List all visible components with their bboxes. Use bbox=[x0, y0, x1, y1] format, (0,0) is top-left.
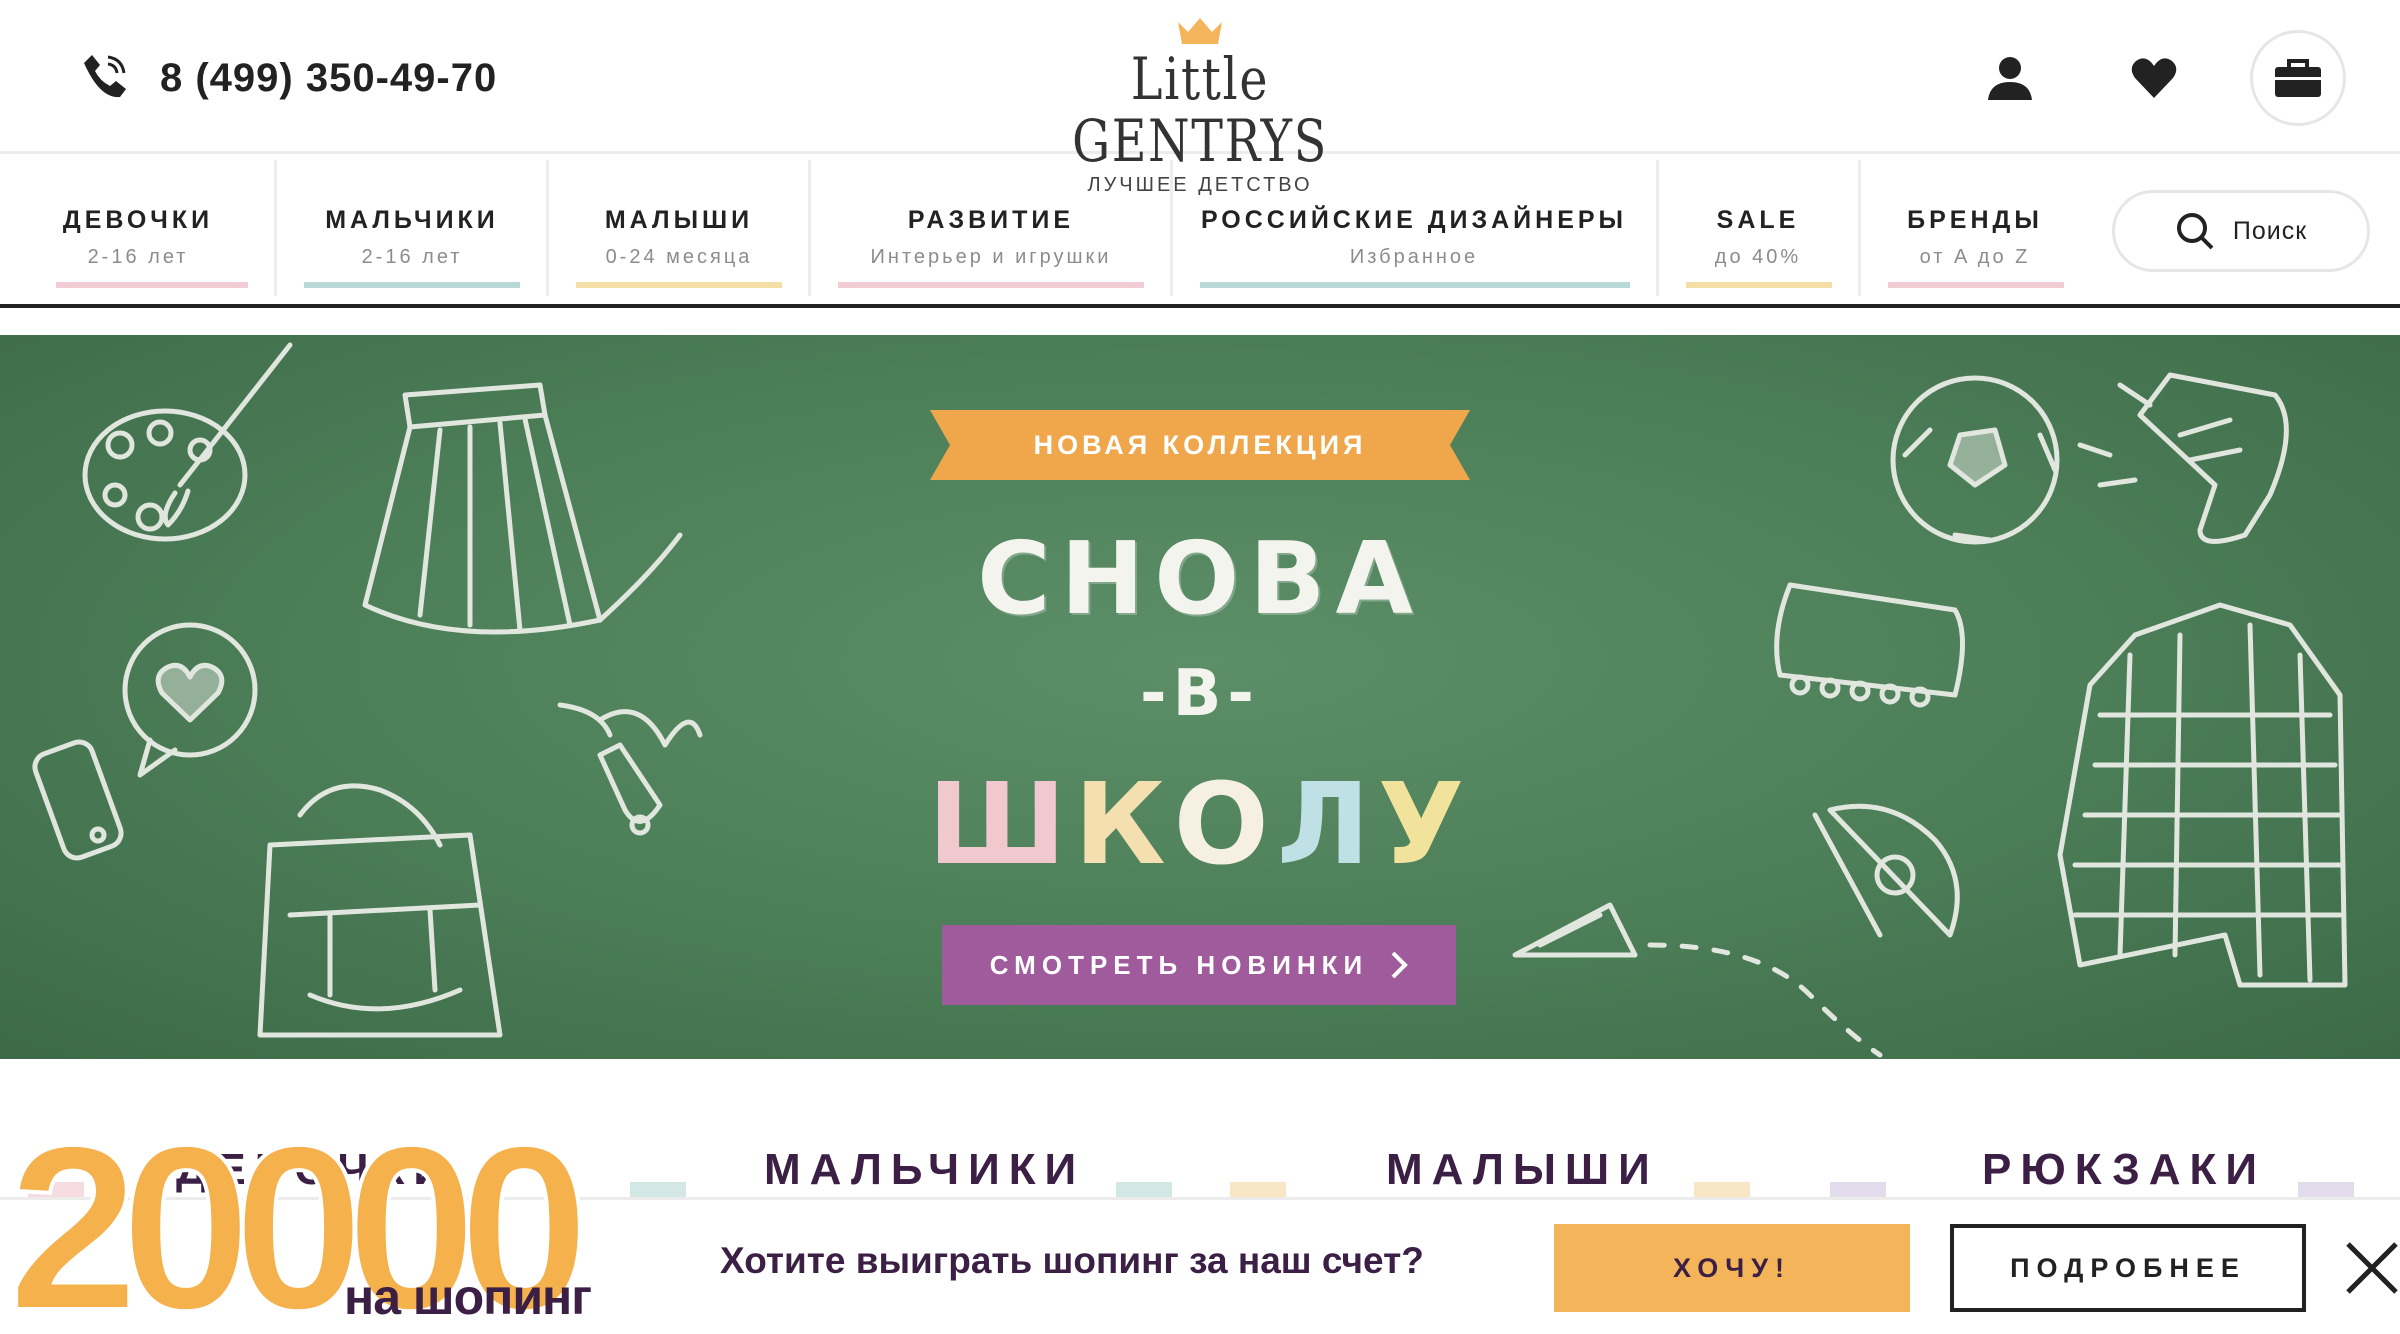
heart-icon bbox=[2131, 58, 2177, 98]
bag-icon bbox=[2275, 59, 2321, 97]
search-label: Поиск bbox=[2232, 216, 2308, 245]
favorites-button[interactable] bbox=[2120, 44, 2188, 112]
want-button[interactable]: ХОЧУ! bbox=[1554, 1224, 1910, 1312]
notebook-icon bbox=[1774, 582, 1965, 708]
category-boys[interactable]: МАЛЬЧИКИ bbox=[764, 1145, 1085, 1195]
speech-heart-icon bbox=[122, 622, 258, 778]
category-backpacks[interactable]: РЮКЗАКИ bbox=[1982, 1145, 2266, 1195]
main-nav: ДЕВОЧКИ 2-16 лет МАЛЬЧИКИ 2-16 лет МАЛЫШИ 0… bbox=[0, 154, 2400, 308]
phone-icon bbox=[78, 49, 132, 108]
search-icon bbox=[2176, 213, 2214, 250]
jacket-icon bbox=[2057, 602, 2348, 988]
nav-item-development[interactable]: РАЗВИТИЕ Интерьер и игрушки bbox=[810, 154, 1172, 304]
cart-button[interactable] bbox=[2250, 30, 2346, 126]
account-button[interactable] bbox=[1976, 44, 2044, 112]
site-header: 8 (499) 350-49-70 Little GENTRYS ЛУЧШЕЕ … bbox=[0, 0, 2400, 196]
phone-link[interactable]: 8 (499) 350-49-70 bbox=[78, 48, 497, 108]
hero-title-line1: СНОВА bbox=[977, 520, 1423, 637]
phone-number: 8 (499) 350-49-70 bbox=[160, 55, 498, 100]
view-new-arrivals-button[interactable]: СМОТРЕТЬ НОВИНКИ bbox=[942, 925, 1456, 1005]
soccer-ball-icon bbox=[1890, 375, 2060, 545]
page: 8 (499) 350-49-70 Little GENTRYS ЛУЧШЕЕ … bbox=[0, 0, 2400, 1334]
skirt-icon bbox=[362, 382, 683, 635]
bell-icon bbox=[557, 702, 703, 836]
paper-plane-icon bbox=[1512, 902, 1883, 1058]
protractor-icon bbox=[1812, 803, 1960, 938]
mobile-phone-icon bbox=[32, 739, 124, 861]
close-icon[interactable] bbox=[2344, 1240, 2400, 1296]
hero-title-line2: -В- bbox=[1140, 657, 1260, 731]
nav-item-russian-designers[interactable]: РОССИЙСКИЕ ДИЗАЙНЕРЫ Избранное bbox=[1172, 154, 1656, 304]
collection-ribbon: НОВАЯ КОЛЛЕКЦИЯ bbox=[1033, 430, 1367, 460]
nav-item-sale[interactable]: SALE до 40% bbox=[1658, 154, 1858, 304]
category-babies[interactable]: МАЛЫШИ bbox=[1386, 1145, 1659, 1195]
sneaker-icon bbox=[2077, 372, 2289, 544]
nav-item-boys[interactable]: МАЛЬЧИКИ 2-16 лет bbox=[276, 154, 548, 304]
nav-item-babies[interactable]: МАЛЫШИ 0-24 месяца bbox=[548, 154, 810, 304]
hero-banner[interactable]: НОВАЯ КОЛЛЕКЦИЯ СНОВА -В- ШКОЛУ СМОТРЕТЬ… bbox=[0, 335, 2400, 1059]
search-button[interactable]: Поиск bbox=[2112, 190, 2370, 272]
user-icon bbox=[1988, 57, 2032, 100]
crown-icon bbox=[1178, 18, 1222, 44]
nav-item-brands[interactable]: БРЕНДЫ от A до Z bbox=[1860, 154, 2090, 304]
backpack-icon bbox=[257, 783, 503, 1038]
palette-icon bbox=[82, 342, 293, 542]
nav-item-girls[interactable]: ДЕВОЧКИ 2-16 лет bbox=[0, 154, 276, 304]
more-info-button[interactable]: ПОДРОБНЕЕ bbox=[1950, 1224, 2306, 1312]
promo-amount-subtitle: на шопинг bbox=[344, 1269, 592, 1325]
chevron-right-icon bbox=[1391, 951, 1409, 979]
promo-question: Хотите выиграть шопинг за наш счет? bbox=[720, 1240, 1424, 1281]
hero-title-line3: ШКОЛУ bbox=[927, 760, 1473, 890]
